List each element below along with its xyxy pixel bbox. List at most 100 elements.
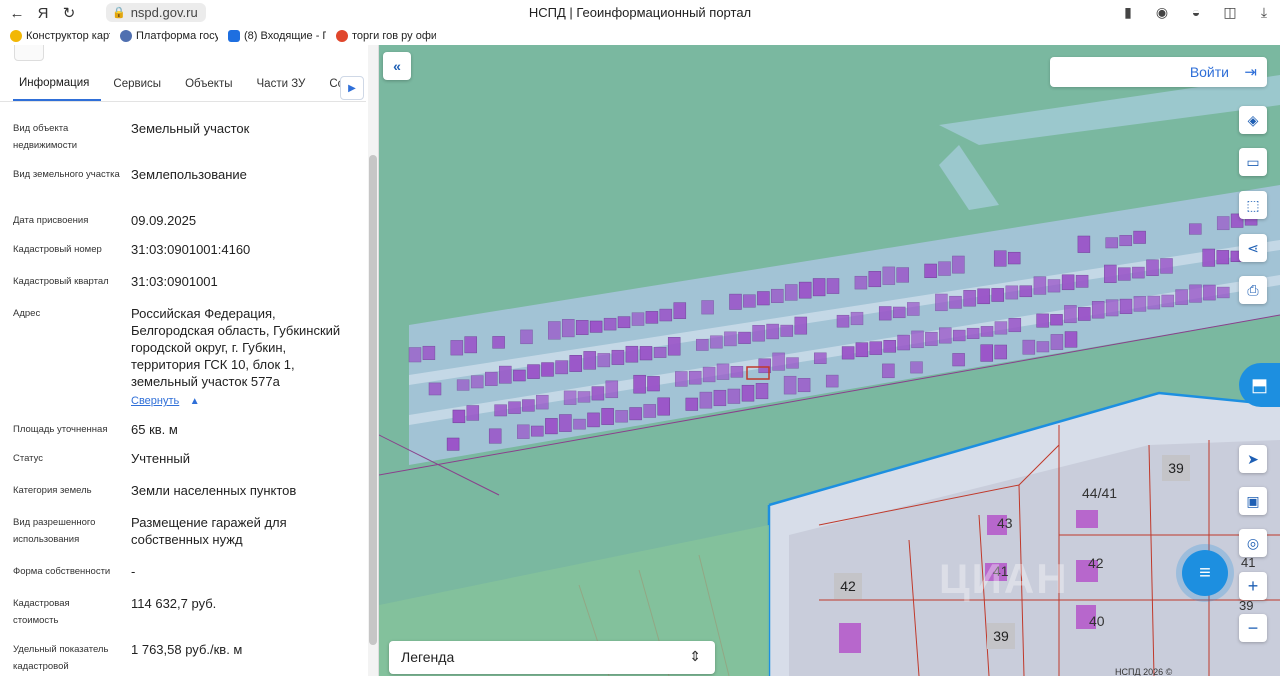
bookmark-item[interactable]: (8) Входящие - По <box>228 29 326 42</box>
bookmark-item[interactable]: торги гов ру офиц <box>336 29 436 42</box>
download-icon[interactable]: ⤓ <box>1254 2 1274 22</box>
bookmark-icon[interactable]: ▮ <box>1118 2 1138 22</box>
garage-shape <box>994 344 1007 360</box>
garage-shape <box>994 321 1008 335</box>
map-view[interactable]: 39 44/41 43 42 41 42 39 40 39 41 ЦИАН « … <box>379 45 1280 676</box>
garage-shape <box>724 331 737 347</box>
garage-shape <box>892 306 906 319</box>
garage-shape <box>1036 313 1049 328</box>
garage-shape <box>1146 259 1159 276</box>
garage-shape <box>456 379 470 391</box>
garage-shape <box>977 288 990 305</box>
status-value: Учтенный <box>131 451 191 466</box>
garage-shape <box>673 302 687 319</box>
parcel-label: 40 <box>1089 613 1105 629</box>
share-button[interactable]: ⋖ <box>1239 234 1267 262</box>
feedback-tab-icon[interactable]: ⬒ <box>1239 363 1280 407</box>
garage-shape <box>812 278 826 297</box>
garage-shape <box>645 311 659 324</box>
property-value: 65 кв. м <box>131 422 178 437</box>
garage-shape <box>601 408 614 425</box>
print-button[interactable]: ⎙ <box>1239 276 1267 304</box>
garage-shape <box>1189 223 1202 235</box>
tabs-scroll-right-icon[interactable]: ▶ <box>340 76 364 100</box>
share-icon[interactable]: ◫ <box>1220 2 1240 22</box>
parcel-label: 44/41 <box>1082 485 1118 501</box>
yandex-icon[interactable]: Я <box>30 0 56 26</box>
garage-shape <box>771 288 784 303</box>
garage-shape <box>836 314 850 328</box>
property-label: Кадастровая стоимость <box>13 598 70 626</box>
mask-icon[interactable]: ◒ <box>1186 2 1206 22</box>
login-icon: ⇥ <box>1244 64 1257 81</box>
garage-shape <box>710 335 723 349</box>
garage-shape <box>531 425 544 437</box>
select-area-button[interactable]: ⬚ <box>1239 191 1267 219</box>
garage-shape <box>615 410 628 423</box>
garage-shape <box>575 320 589 335</box>
garage-shape <box>738 331 751 344</box>
garage-shape <box>701 300 714 315</box>
garage-shape <box>716 363 730 380</box>
garage-shape <box>741 384 755 402</box>
collapse-link[interactable]: Свернуть ▲ <box>131 391 200 409</box>
garage-shape <box>1007 251 1021 265</box>
back-arrow-icon[interactable]: ← <box>4 0 30 26</box>
layers-button[interactable]: ◈ <box>1239 106 1267 134</box>
garage-shape <box>536 394 549 410</box>
reload-icon[interactable]: ↻ <box>56 0 82 26</box>
property-label: Статус <box>13 453 44 464</box>
garage-shape <box>573 418 586 430</box>
map-attribution: НСПД 2026 © <box>1115 667 1173 676</box>
garage-shape <box>1119 235 1132 247</box>
extension-icon[interactable]: ◉ <box>1152 2 1172 22</box>
zoom-out-button[interactable]: − <box>1239 614 1267 642</box>
garage-shape <box>555 360 568 375</box>
locate-button[interactable]: ➤ <box>1239 445 1267 473</box>
garage-shape <box>1050 314 1063 326</box>
garage-shape <box>675 371 688 387</box>
garage-shape <box>605 380 619 399</box>
address-bar[interactable]: 🔒 nspd.gov.ru <box>106 3 206 22</box>
tab-objects[interactable]: Объекты <box>173 67 244 101</box>
collapse-panel-button[interactable]: « <box>383 52 411 80</box>
garage-shape <box>755 383 769 400</box>
zoom-in-button[interactable]: + <box>1239 572 1267 600</box>
bookmark-favicon-icon <box>336 29 348 42</box>
garage-shape <box>696 338 709 351</box>
minimap-button[interactable]: ▣ <box>1239 487 1267 515</box>
garage-shape <box>766 323 779 340</box>
garage-shape <box>1203 284 1216 301</box>
bookmark-item[interactable]: Конструктор карт <box>10 29 110 42</box>
property-label: Форма собственности <box>13 566 111 577</box>
garage-shape <box>485 371 498 386</box>
scrollbar-thumb[interactable] <box>369 155 377 645</box>
login-button[interactable]: Войти ⇥ <box>1050 57 1267 87</box>
parcel-label: 39 <box>987 623 1015 649</box>
property-label: Дата присвоения <box>13 215 89 226</box>
legend-select[interactable]: Легенда ⇕ <box>389 641 715 674</box>
property-label: Вид земельного участка <box>13 169 120 180</box>
ruler-button[interactable]: ▭ <box>1239 148 1267 176</box>
panel-scrollbar[interactable] <box>368 45 378 676</box>
tab-parts[interactable]: Части ЗУ <box>245 67 318 101</box>
garage-shape <box>688 370 702 385</box>
garage-shape <box>1217 286 1230 299</box>
garage-shape <box>910 361 923 374</box>
tab-services[interactable]: Сервисы <box>101 67 173 101</box>
garage-shape <box>559 414 572 432</box>
garage-shape <box>1147 295 1161 310</box>
property-value: 31:03:0901001 <box>131 274 218 289</box>
garage-shape <box>545 418 558 435</box>
bookmark-item[interactable]: Платформа госуд <box>120 29 218 42</box>
garage-shape <box>1008 318 1022 333</box>
chat-icon[interactable]: ≡ <box>1182 550 1228 596</box>
garage-shape <box>727 388 741 404</box>
garage-shape <box>883 340 896 353</box>
tab-information[interactable]: Информация <box>13 67 102 101</box>
garage-shape <box>520 329 533 345</box>
garage-shape <box>1005 285 1019 300</box>
property-value: Размещение гаражей для собственных нужд <box>131 515 287 547</box>
garage-shape <box>911 330 924 349</box>
geolocation-button[interactable]: ◎ <box>1239 529 1267 557</box>
